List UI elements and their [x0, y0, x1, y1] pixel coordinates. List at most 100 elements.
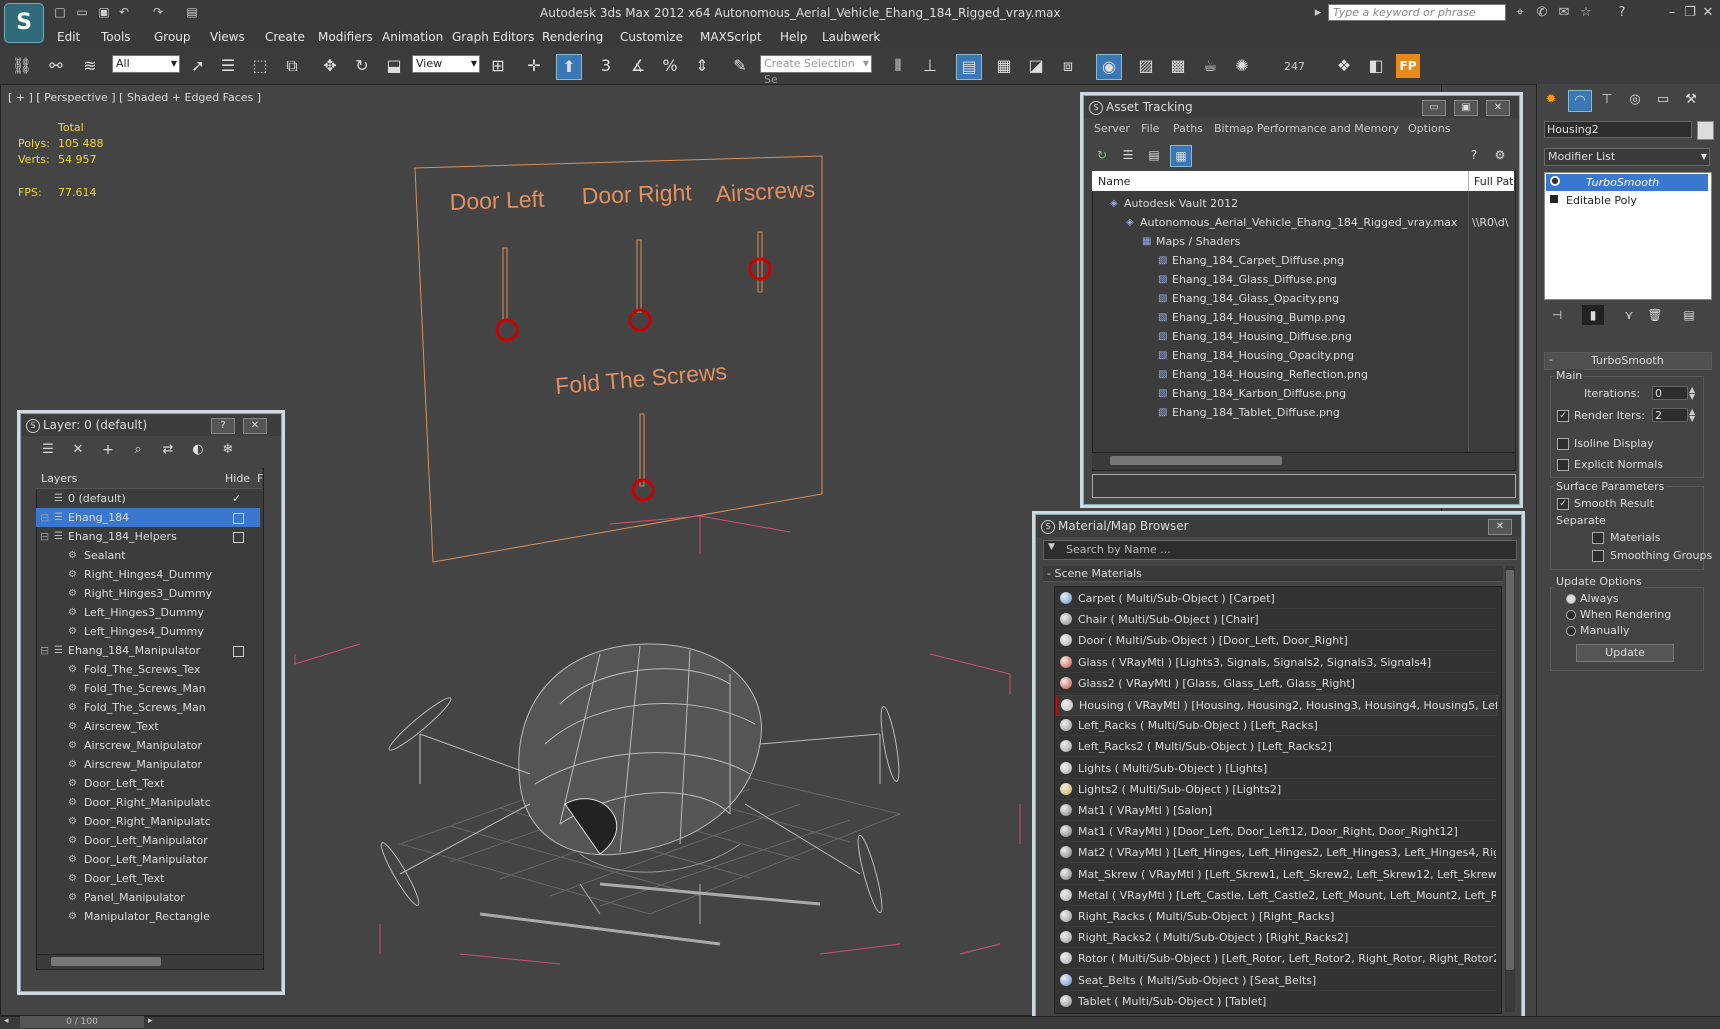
select-manipulate-icon[interactable]: ✛: [522, 54, 546, 78]
list-view-icon[interactable]: ☰: [1118, 145, 1138, 165]
material-row[interactable]: Housing ( VRayMtl ) [Housing, Housing2, …: [1056, 695, 1498, 716]
schematic-view-icon[interactable]: ⧈: [1056, 54, 1080, 78]
menu-maxscript[interactable]: MAXScript: [700, 30, 762, 44]
curve-editor-icon[interactable]: ◪: [1024, 54, 1048, 78]
edit-named-selection-icon[interactable]: ✎: [728, 54, 752, 78]
material-row[interactable]: Lights ( Multi/Sub-Object ) [Lights]: [1056, 759, 1496, 779]
asset-row[interactable]: ▧ Ehang_184_Housing_Opacity.png: [1094, 346, 1466, 365]
asset-help-icon[interactable]: ?: [1464, 145, 1484, 165]
current-layer-toggle[interactable]: [233, 532, 244, 543]
materials-checkbox[interactable]: [1592, 532, 1604, 544]
render-iters-checkbox[interactable]: ✓: [1557, 410, 1569, 422]
next-frame-icon[interactable]: ▸: [148, 1016, 153, 1026]
menu-rendering[interactable]: Rendering: [542, 30, 603, 44]
rectangle-selection-icon[interactable]: ⬚: [248, 54, 272, 78]
subscription-icon[interactable]: ✆: [1534, 5, 1550, 20]
asset-row[interactable]: ◈ Autodesk Vault 2012: [1094, 194, 1466, 213]
material-row[interactable]: Right_Racks ( Multi/Sub-Object ) [Right_…: [1056, 907, 1496, 927]
turbosmooth-rollout-header[interactable]: - TurboSmooth: [1544, 352, 1712, 370]
menu-customize[interactable]: Customize: [620, 30, 683, 44]
expand-arrow-icon[interactable]: ▸: [1310, 5, 1326, 20]
fp-button[interactable]: FP: [1396, 54, 1420, 78]
material-row[interactable]: Glass2 ( VRayMtl ) [Glass, Glass_Left, G…: [1056, 674, 1496, 694]
asset-horizontal-scrollbar[interactable]: [1092, 452, 1514, 469]
help-icon[interactable]: ?: [211, 418, 235, 434]
menu-views[interactable]: Views: [210, 30, 245, 44]
layer-row[interactable]: ⚙ Left_Hinges4_Dummy: [36, 622, 260, 641]
scene-materials-group[interactable]: - Scene Materials: [1043, 566, 1503, 582]
make-unique-icon[interactable]: ⋎: [1618, 305, 1640, 325]
hierarchy-tab-icon[interactable]: ⊤: [1596, 90, 1618, 110]
isoline-display-checkbox[interactable]: [1557, 438, 1569, 450]
smooth-result-checkbox[interactable]: ✓: [1557, 498, 1569, 510]
layer-row[interactable]: ⚙ Fold_The_Screws_Man: [36, 698, 260, 717]
update-button[interactable]: Update: [1576, 644, 1674, 662]
always-radio[interactable]: [1566, 594, 1576, 604]
layer-row[interactable]: ⚙ Left_Hinges3_Dummy: [36, 603, 260, 622]
move-icon[interactable]: ✥: [318, 54, 342, 78]
asset-row[interactable]: ▧ Ehang_184_Karbon_Diffuse.png: [1094, 384, 1466, 403]
asset-row[interactable]: ▧ Ehang_184_Housing_Bump.png: [1094, 308, 1466, 327]
close-icon[interactable]: ✕: [243, 418, 267, 434]
display-tab-icon[interactable]: ▭: [1652, 90, 1674, 110]
named-selection-dropdown[interactable]: Create Selection Se: [760, 55, 872, 86]
material-row[interactable]: Mat2 ( VRayMtl ) [Left_Hinges, Left_Hing…: [1056, 843, 1496, 864]
material-row[interactable]: Tablet ( Multi/Sub-Object ) [Tablet]: [1056, 992, 1496, 1012]
create-layer-icon[interactable]: ☰: [38, 440, 58, 460]
remove-modifier-icon[interactable]: 🗑: [1644, 305, 1666, 325]
layers-column-header[interactable]: Layers: [41, 472, 77, 485]
layer-row[interactable]: ☰ ⊟ Ehang_184_Manipulator: [36, 641, 260, 660]
keyword-search-input[interactable]: Type a keyword or phrase: [1328, 4, 1506, 21]
render-setup-icon[interactable]: ▨: [1134, 54, 1158, 78]
layer-row[interactable]: ⚙ Fold_The_Screws_Tex: [36, 660, 260, 679]
align-icon[interactable]: ⊥: [918, 54, 942, 78]
material-row[interactable]: Mat1 ( VRayMtl ) [Salon]: [1056, 801, 1496, 821]
thumbnail-view-icon[interactable]: ▤: [1144, 145, 1164, 165]
layer-row[interactable]: ⚙ Airscrew_Text: [36, 717, 260, 736]
new-file-icon[interactable]: □: [52, 5, 68, 20]
minimize-icon[interactable]: –: [1664, 5, 1680, 20]
menu-laubwerk[interactable]: Laubwerk: [822, 30, 880, 44]
freeze-all-layers-icon[interactable]: ❄: [218, 440, 238, 460]
time-slider[interactable]: 0 / 100: [20, 1016, 144, 1028]
laubwerk-plant-icon[interactable]: ✺: [1230, 54, 1254, 78]
table-view-icon[interactable]: ▦: [1170, 145, 1192, 167]
lightbulb-icon[interactable]: ●: [1550, 176, 1560, 186]
layer-row[interactable]: ⚙ Door_Left_Text: [36, 869, 260, 888]
reference-coordinate-dropdown[interactable]: View: [412, 55, 480, 73]
menu-create[interactable]: Create: [265, 30, 305, 44]
delete-layer-icon[interactable]: ✕: [68, 440, 88, 460]
pin-stack-icon[interactable]: ⊣: [1546, 305, 1568, 325]
communication-icon[interactable]: ✉: [1556, 5, 1572, 20]
hide-column-header[interactable]: Hide: [225, 472, 250, 485]
layer-row[interactable]: ⚙ Door_Right_Manipulatc: [36, 793, 260, 812]
minimize-icon[interactable]: ▭: [1422, 100, 1446, 116]
utilities-tab-icon[interactable]: ⚒: [1680, 90, 1702, 110]
close-icon[interactable]: ✕: [1488, 519, 1512, 535]
material-row[interactable]: Mat_Skrew ( VRayMtl ) [Left_Skrew1, Left…: [1056, 865, 1496, 885]
layer-row[interactable]: ☰ ⊟ Ehang_184: [36, 508, 260, 527]
material-row[interactable]: Door ( Multi/Sub-Object ) [Door_Left, Do…: [1056, 631, 1496, 652]
modify-tab-icon[interactable]: ◠: [1568, 90, 1592, 112]
material-row[interactable]: Seat_Belts ( Multi/Sub-Object ) [Seat_Be…: [1056, 971, 1496, 991]
selection-filter-dropdown[interactable]: All: [112, 55, 180, 73]
redo-icon[interactable]: ↷: [150, 5, 166, 20]
layer-row[interactable]: ⚙ Airscrew_Manipulator: [36, 736, 260, 755]
rendered-frame-window-icon[interactable]: ▩: [1166, 54, 1190, 78]
material-editor-icon[interactable]: ◉: [1096, 54, 1122, 80]
material-row[interactable]: Rotor ( Multi/Sub-Object ) [Left_Rotor, …: [1056, 949, 1496, 970]
material-row[interactable]: Metal ( VRayMtl ) [Left_Castle, Left_Cas…: [1056, 886, 1496, 906]
material-row[interactable]: Glass ( VRayMtl ) [Lights3, Signals, Sig…: [1056, 653, 1496, 673]
asset-menu-server[interactable]: Server: [1094, 122, 1130, 135]
layer-row[interactable]: ⚙ Right_Hinges3_Dummy: [36, 584, 260, 603]
search-options-icon[interactable]: ▼: [1048, 542, 1055, 552]
spinner-snap-icon[interactable]: ⇕: [690, 54, 714, 78]
close-icon[interactable]: ✕: [1486, 100, 1510, 116]
expand-toggle-icon[interactable]: ⊟: [40, 641, 49, 660]
asset-menu-paths[interactable]: Paths: [1173, 122, 1203, 135]
maximize-icon[interactable]: ▣: [1454, 100, 1478, 116]
stack-item-turbosmooth[interactable]: ● TurboSmooth: [1546, 174, 1708, 191]
layer-row[interactable]: ☰ ⊟ Ehang_184_Helpers: [36, 527, 260, 546]
menu-modifiers[interactable]: Modifiers: [318, 30, 373, 44]
layer-row[interactable]: ⚙ Door_Left_Manipulator: [36, 831, 260, 850]
